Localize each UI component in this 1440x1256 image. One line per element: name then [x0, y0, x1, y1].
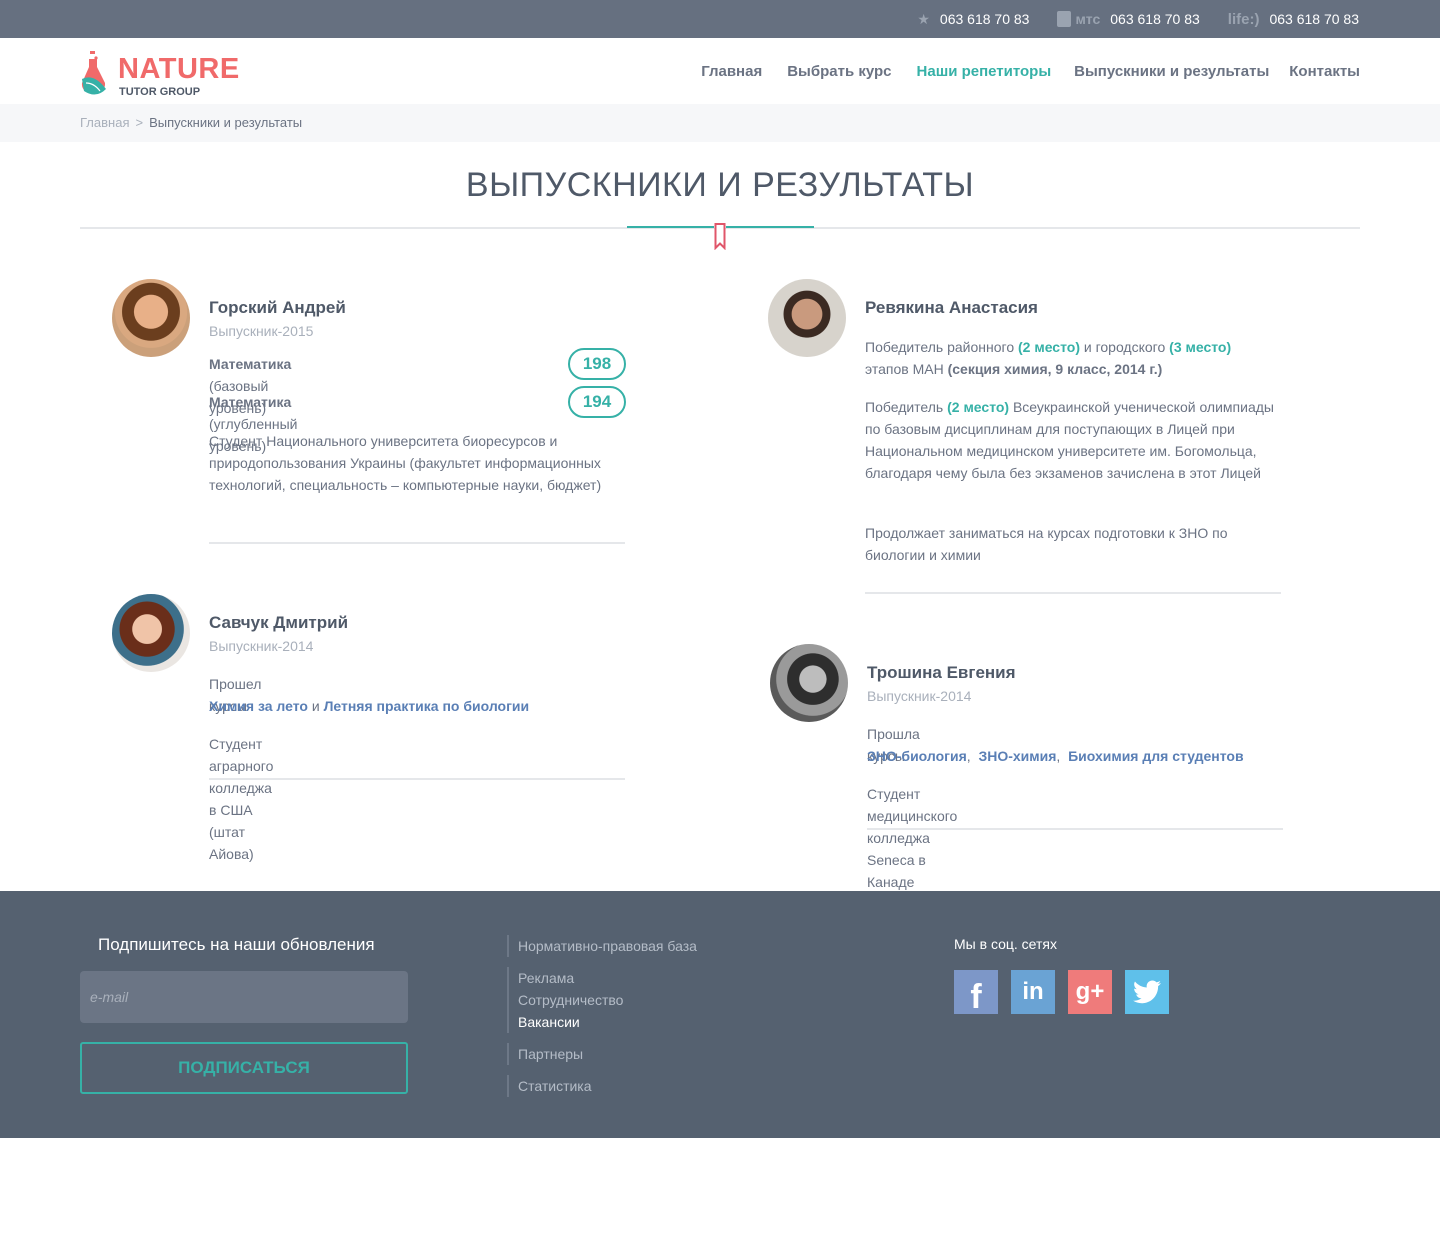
footer-links: Нормативно-правовая база Реклама Сотрудн… [507, 935, 697, 1107]
text-part: , [966, 748, 979, 764]
graduate-description: Студент Национального университета биоре… [209, 433, 602, 493]
phone-number: 063 618 70 83 [1110, 11, 1200, 27]
kyivstar-icon: ★ [917, 11, 930, 27]
text-part: , [1056, 748, 1069, 764]
graduate-description: Студент аграрного колледжа в США (штат А… [209, 736, 274, 862]
mts-label: мтс [1075, 11, 1101, 27]
graduate-name: Горский Андрей [209, 298, 346, 317]
text-part: этапов МАН [865, 361, 948, 377]
twitter-icon[interactable] [1125, 970, 1169, 1014]
page-title: ВЫПУСКНИКИ И РЕЗУЛЬТАТЫ [465, 166, 975, 204]
nav-home[interactable]: Главная [701, 63, 762, 80]
email-input[interactable] [80, 971, 408, 1023]
breadcrumb: Главная > Выпускники и результаты [80, 115, 302, 130]
score-badge: 198 [568, 348, 626, 380]
footer-link-vacancies[interactable]: Вакансии [518, 1011, 697, 1033]
courses-list: ЗНО-биология, ЗНО-химия, Биохимия для ст… [867, 745, 1244, 767]
text-part: Победитель районного [865, 339, 1019, 355]
footer-link-legal[interactable]: Нормативно-правовая база [518, 935, 697, 957]
graduate-achievement: Победитель (2 место) Всеукраинской учени… [865, 396, 1275, 484]
graduate-achievement: Победитель районного (2 место) и городск… [865, 336, 1275, 380]
life-icon: life:) [1227, 10, 1260, 28]
card-divider [865, 592, 1281, 594]
bookmark-icon [714, 223, 726, 250]
subscribe-title: Подпишитесь на наши обновления [98, 935, 375, 954]
course-link[interactable]: ЗНО-биология [867, 748, 967, 764]
avatar [770, 644, 848, 722]
phone-list: ★ 063 618 70 83 мтс 063 618 70 83 life:)… [889, 0, 1359, 38]
score-subject: Математика [209, 356, 292, 372]
footer-link-group: Статистика [507, 1075, 697, 1097]
avatar [112, 279, 190, 357]
card-divider [209, 542, 625, 544]
top-bar: ★ 063 618 70 83 мтс 063 618 70 83 life:)… [0, 0, 1440, 38]
score-badge: 194 [568, 386, 626, 418]
logo-subtitle: TUTOR GROUP [119, 86, 201, 98]
bold-part: (секция химия, 9 класс, 2014 г.) [947, 361, 1163, 377]
phone-kyivstar[interactable]: ★ 063 618 70 83 [917, 11, 1029, 27]
graduate-name: Савчук Дмитрий [209, 613, 349, 632]
footer-link-group: Партнеры [507, 1043, 697, 1065]
graduate-year: Выпускник-2014 [209, 638, 314, 654]
highlight: (2 место) [1018, 339, 1080, 355]
highlight: (3 место) [1169, 339, 1232, 355]
card-divider [867, 828, 1283, 830]
phone-number: 063 618 70 83 [939, 11, 1030, 27]
nav-tutors[interactable]: Наши репетиторы [917, 63, 1052, 80]
footer-link-cooperation[interactable]: Сотрудничество [518, 989, 697, 1011]
footer-link-group: Реклама Сотрудничество Вакансии [507, 967, 697, 1033]
courses-list: Химия за лето и Летняя практика по биоло… [209, 695, 529, 717]
footer-link-group: Нормативно-правовая база [507, 935, 697, 957]
graduate-name: Ревякина Анастасия [865, 298, 1038, 317]
breadcrumb-current: Выпускники и результаты [149, 115, 303, 130]
google-plus-icon[interactable]: g+ [1068, 970, 1112, 1014]
mts-icon: мтс [1057, 11, 1100, 27]
social-links: f in g+ [954, 970, 1182, 1016]
footer-link-ads[interactable]: Реклама [518, 967, 697, 989]
logo-title: NATURE [118, 53, 240, 85]
course-link[interactable]: Химия за лето [209, 698, 308, 714]
highlight: (2 место) [947, 399, 1010, 415]
facebook-icon[interactable]: f [954, 970, 998, 1016]
graduate-name: Трошина Евгения [867, 663, 1016, 682]
text-part: и городского [1079, 339, 1170, 355]
logo[interactable]: NATURE TUTOR GROUP [80, 45, 250, 98]
course-link[interactable]: Биохимия для студентов [1068, 748, 1244, 764]
google-plus-glyph: g+ [1075, 978, 1105, 1005]
linkedin-glyph: in [1022, 978, 1044, 1005]
footer-link-partners[interactable]: Партнеры [518, 1043, 697, 1065]
phone-mts[interactable]: мтс 063 618 70 83 [1057, 11, 1200, 27]
card-divider [209, 778, 625, 780]
score-subject: Математика [209, 394, 292, 410]
phone-life[interactable]: life:) 063 618 70 83 [1228, 11, 1359, 28]
flask-leaf-icon [81, 51, 106, 95]
avatar [112, 594, 190, 672]
breadcrumb-bar: Главная > Выпускники и результаты [0, 104, 1440, 142]
linkedin-icon[interactable]: in [1011, 970, 1055, 1014]
main-nav: Главная Выбрать курс Наши репетиторы Вып… [676, 38, 1360, 104]
graduate-year: Выпускник-2014 [867, 688, 972, 704]
twitter-bird [1133, 980, 1161, 1004]
course-link[interactable]: ЗНО-химия [978, 748, 1056, 764]
footer-link-statistics[interactable]: Статистика [518, 1075, 697, 1097]
site-footer: Подпишитесь на наши обновления ПОДПИСАТЬ… [0, 891, 1440, 1138]
course-link[interactable]: Летняя практика по биологии [324, 698, 530, 714]
text-part: Победитель [865, 399, 948, 415]
graduate-year: Выпускник-2015 [209, 323, 314, 339]
avatar [768, 279, 846, 357]
nav-choose-course[interactable]: Выбрать курс [787, 63, 891, 80]
social-title: Мы в соц. сетях [954, 936, 1057, 952]
graduate-description: Студент медицинского колледжа Seneca в К… [867, 786, 958, 890]
phone-number: 063 618 70 83 [1269, 11, 1359, 27]
site-header: NATURE TUTOR GROUP Главная Выбрать курс … [0, 38, 1440, 104]
nav-graduates[interactable]: Выпускники и результаты [1074, 63, 1269, 80]
text-part: и [307, 698, 324, 714]
graduate-description: Продолжает заниматься на курсах подготов… [865, 525, 1228, 563]
breadcrumb-separator: > [135, 115, 144, 130]
subscribe-button[interactable]: ПОДПИСАТЬСЯ [80, 1042, 408, 1094]
breadcrumb-home[interactable]: Главная [80, 115, 129, 130]
nav-contacts[interactable]: Контакты [1289, 63, 1360, 80]
facebook-glyph: f [970, 977, 982, 1016]
